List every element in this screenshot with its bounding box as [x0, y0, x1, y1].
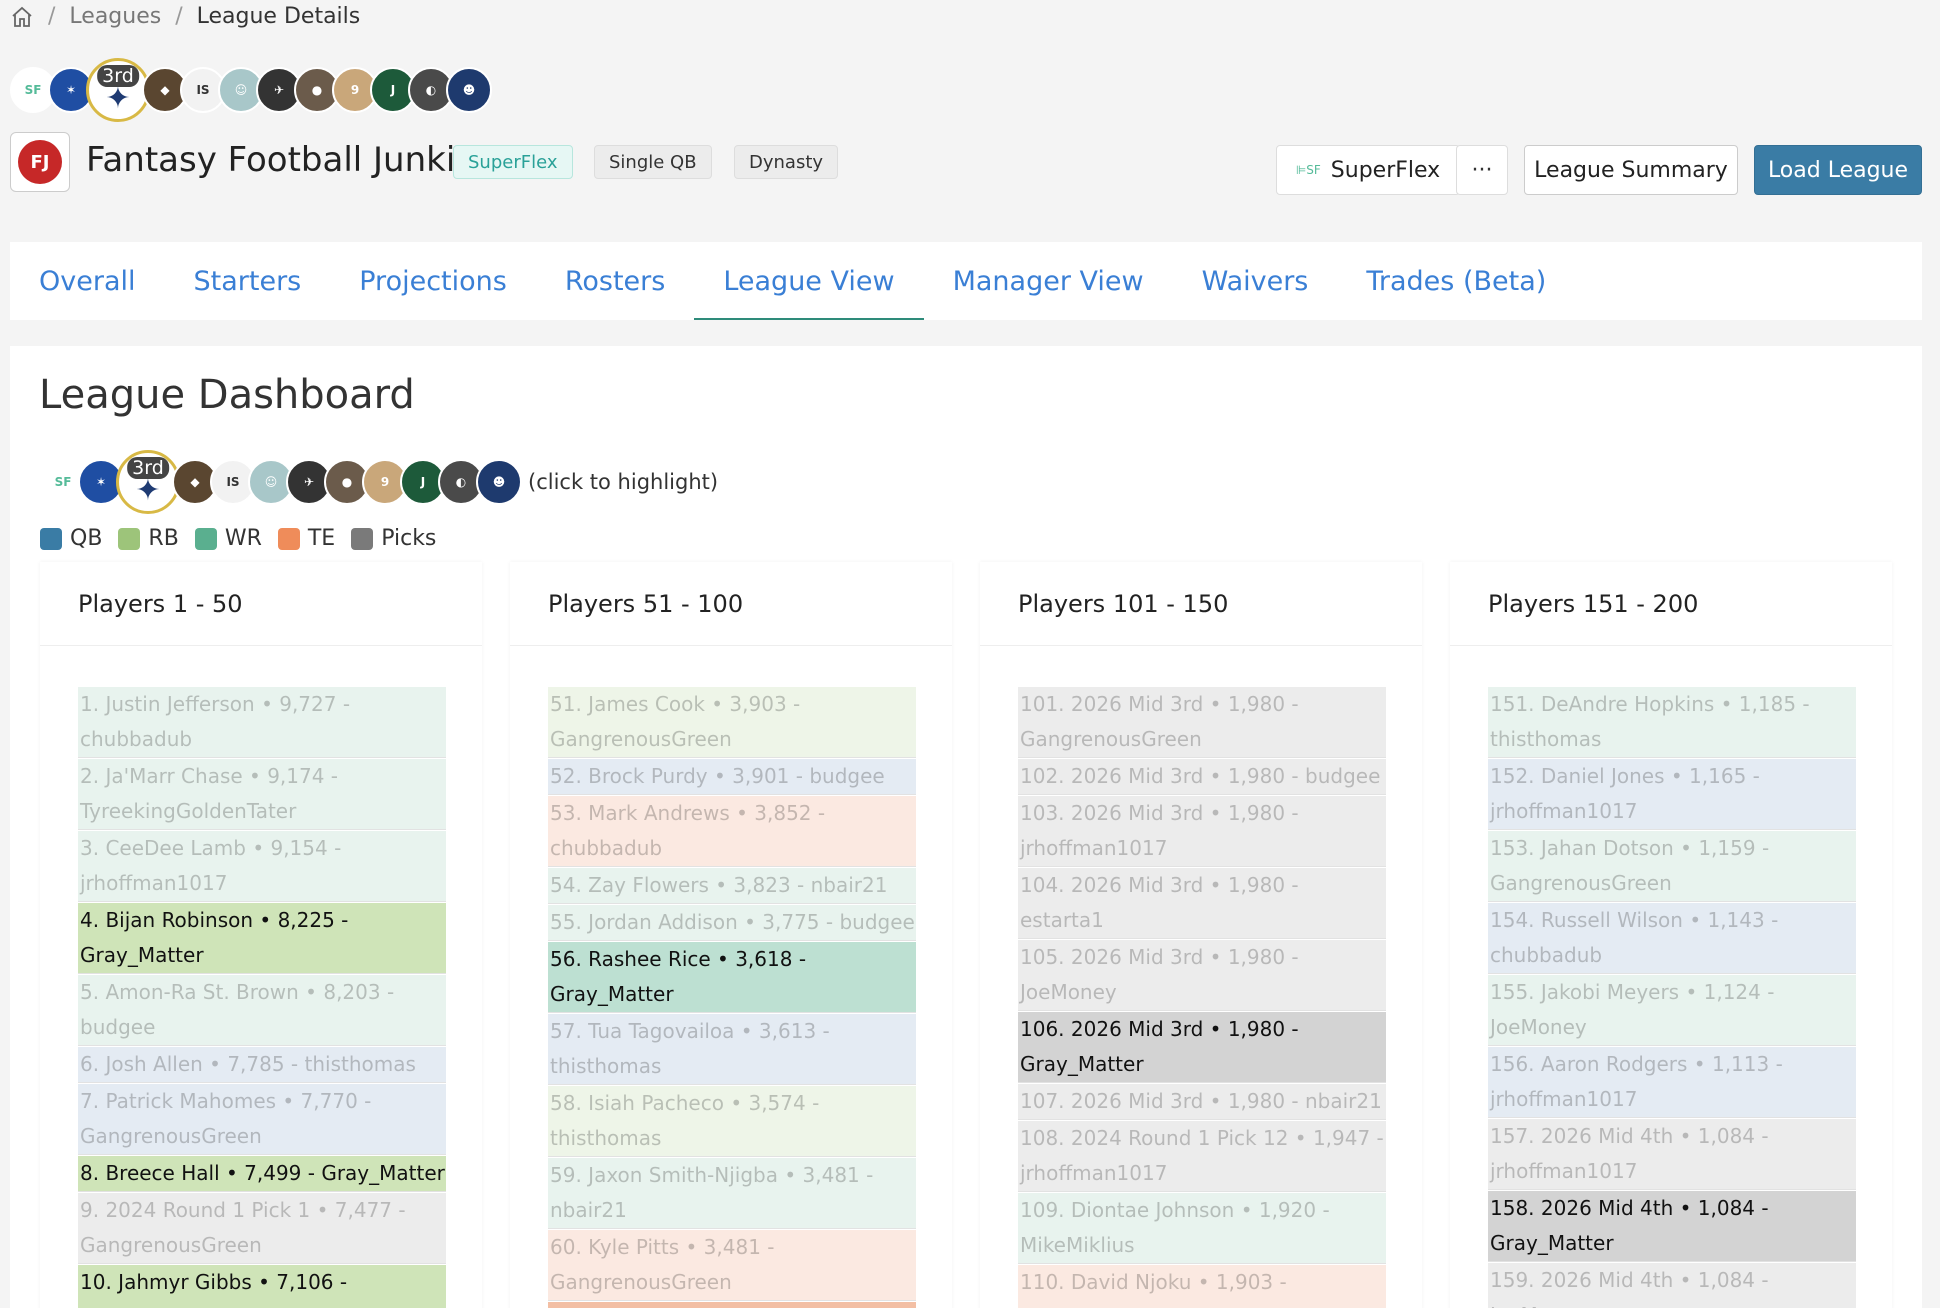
tab-waivers[interactable]: Waivers	[1173, 242, 1338, 320]
player-row[interactable]: 58. Isiah Pacheco • 3,574 - thisthomas	[548, 1085, 916, 1157]
player-row[interactable]: 102. 2026 Mid 3rd • 1,980 - budgee	[1018, 758, 1386, 795]
player-row[interactable]: 154. Russell Wilson • 1,143 - chubbadub	[1488, 902, 1856, 974]
player-row[interactable]: 53. Mark Andrews • 3,852 - chubbadub	[548, 795, 916, 867]
player-row[interactable]: 107. 2026 Mid 3rd • 1,980 - nbair21	[1018, 1083, 1386, 1120]
player-row[interactable]: 51. James Cook • 3,903 - GangrenousGreen	[548, 686, 916, 758]
player-row[interactable]: 104. 2026 Mid 3rd • 1,980 - estarta1	[1018, 867, 1386, 939]
league-logo: FJ	[10, 132, 70, 192]
player-list: 1. Justin Jefferson • 9,727 - chubbadub 2…	[78, 686, 446, 1308]
manager-avatar[interactable]: ☻	[446, 67, 492, 113]
player-list: 101. 2026 Mid 3rd • 1,980 - GangrenousGr…	[1018, 686, 1386, 1308]
player-row[interactable]: 101. 2026 Mid 3rd • 1,980 - GangrenousGr…	[1018, 686, 1386, 758]
tab-trades-beta[interactable]: Trades (Beta)	[1337, 242, 1575, 320]
legend-te: TE	[277, 526, 335, 551]
players-column-3: Players 101 - 150 101. 2026 Mid 3rd • 1,…	[980, 562, 1422, 1308]
player-row[interactable]: 151. DeAndre Hopkins • 1,185 - thisthoma…	[1488, 686, 1856, 758]
player-list: 151. DeAndre Hopkins • 1,185 - thisthoma…	[1488, 686, 1856, 1308]
players-column-4: Players 151 - 200 151. DeAndre Hopkins •…	[1450, 562, 1892, 1308]
superflex-button[interactable]: ⊫SF SuperFlex	[1276, 145, 1460, 195]
player-row[interactable]: 3. CeeDee Lamb • 9,154 - jrhoffman1017	[78, 830, 446, 902]
legend-qb: QB	[40, 526, 102, 551]
player-row[interactable]: 57. Tua Tagovailoa • 3,613 - thisthomas	[548, 1013, 916, 1085]
player-row[interactable]: 4. Bijan Robinson • 8,225 - Gray_Matter	[78, 902, 446, 974]
rank-badge: 3rd	[97, 65, 139, 87]
column-title: Players 101 - 150	[980, 562, 1422, 646]
load-league-button[interactable]: Load League	[1754, 145, 1922, 195]
player-row[interactable]: 159. 2026 Mid 4th • 1,084 - JoeMoney	[1488, 1262, 1856, 1308]
player-row[interactable]: 61. Dalton Kincaid • 3,479 - Gray_Matter	[548, 1301, 916, 1308]
tab-rosters[interactable]: Rosters	[536, 242, 695, 320]
legend-wr: WR	[194, 526, 262, 551]
more-options-button[interactable]: ···	[1456, 145, 1508, 195]
player-row[interactable]: 56. Rashee Rice • 3,618 - Gray_Matter	[548, 941, 916, 1013]
tag-dynasty: Dynasty	[734, 145, 839, 179]
home-icon[interactable]	[10, 5, 34, 29]
league-name: Fantasy Football Junkies	[86, 140, 494, 180]
player-row[interactable]: 108. 2024 Round 1 Pick 12 • 1,947 - jrho…	[1018, 1120, 1386, 1192]
superflex-button-label: SuperFlex	[1330, 157, 1441, 183]
tab-league-view[interactable]: League View	[694, 242, 924, 320]
player-row[interactable]: 10. Jahmyr Gibbs • 7,106 - Gray_Matter	[78, 1264, 446, 1308]
player-row[interactable]: 152. Daniel Jones • 1,165 - jrhoffman101…	[1488, 758, 1856, 830]
league-summary-button[interactable]: League Summary	[1524, 145, 1738, 195]
player-row[interactable]: 1. Justin Jefferson • 9,727 - chubbadub	[78, 686, 446, 758]
manager-avatar-row: SF ✶ 3rd ✦ ◆ IS ☺ ✈ ● 9 J ◐ ☻	[10, 58, 492, 122]
tab-starters[interactable]: Starters	[165, 242, 331, 320]
player-row[interactable]: 156. Aaron Rodgers • 1,113 - jrhoffman10…	[1488, 1046, 1856, 1118]
tag-superflex: SuperFlex	[453, 145, 573, 179]
player-row[interactable]: 60. Kyle Pitts • 3,481 - GangrenousGreen	[548, 1229, 916, 1301]
breadcrumb: / Leagues / League Details	[10, 4, 360, 29]
player-row[interactable]: 155. Jakobi Meyers • 1,124 - JoeMoney	[1488, 974, 1856, 1046]
highlight-hint: (click to highlight)	[528, 470, 719, 494]
player-row[interactable]: 110. David Njoku • 1,903 - MikeMiklius	[1018, 1264, 1386, 1308]
tab-bar: Overall Starters Projections Rosters Lea…	[10, 242, 1922, 320]
tab-overall[interactable]: Overall	[10, 242, 165, 320]
players-column-1: Players 1 - 50 1. Justin Jefferson • 9,7…	[40, 562, 482, 1308]
tab-projections[interactable]: Projections	[330, 242, 536, 320]
player-row[interactable]: 103. 2026 Mid 3rd • 1,980 - jrhoffman101…	[1018, 795, 1386, 867]
league-logo-text: FJ	[18, 140, 62, 184]
player-row[interactable]: 106. 2026 Mid 3rd • 1,980 - Gray_Matter	[1018, 1011, 1386, 1083]
player-row[interactable]: 52. Brock Purdy • 3,901 - budgee	[548, 758, 916, 795]
breadcrumb-current: League Details	[196, 4, 361, 29]
breadcrumb-separator: /	[175, 4, 183, 29]
league-dashboard-panel: League Dashboard SF ✶ 3rd ✦ ◆ IS ☺ ✈ ● 9…	[10, 346, 1922, 1308]
superflex-icon: ⊫SF	[1295, 163, 1321, 177]
dashboard-title: League Dashboard	[39, 372, 415, 418]
player-row[interactable]: 8. Breece Hall • 7,499 - Gray_Matter	[78, 1155, 446, 1192]
breadcrumb-leagues-link[interactable]: Leagues	[69, 4, 161, 29]
player-row[interactable]: 55. Jordan Addison • 3,775 - budgee	[548, 904, 916, 941]
tab-manager-view[interactable]: Manager View	[924, 242, 1173, 320]
player-row[interactable]: 158. 2026 Mid 4th • 1,084 - Gray_Matter	[1488, 1190, 1856, 1262]
player-row[interactable]: 105. 2026 Mid 3rd • 1,980 - JoeMoney	[1018, 939, 1386, 1011]
player-list: 51. James Cook • 3,903 - GangrenousGreen…	[548, 686, 916, 1308]
player-row[interactable]: 2. Ja'Marr Chase • 9,174 - TyreekingGold…	[78, 758, 446, 830]
player-row[interactable]: 59. Jaxon Smith-Njigba • 3,481 - nbair21	[548, 1157, 916, 1229]
manager-avatar-highlighted[interactable]: 3rd ✦	[86, 58, 150, 122]
legend-rb: RB	[118, 526, 179, 551]
breadcrumb-separator: /	[48, 4, 56, 29]
column-title: Players 51 - 100	[510, 562, 952, 646]
player-row[interactable]: 7. Patrick Mahomes • 7,770 - GangrenousG…	[78, 1083, 446, 1155]
column-title: Players 151 - 200	[1450, 562, 1892, 646]
manager-avatar[interactable]: ☻	[476, 459, 522, 505]
player-row[interactable]: 5. Amon-Ra St. Brown • 8,203 - budgee	[78, 974, 446, 1046]
player-row[interactable]: 6. Josh Allen • 7,785 - thisthomas	[78, 1046, 446, 1083]
player-row[interactable]: 54. Zay Flowers • 3,823 - nbair21	[548, 867, 916, 904]
legend-picks: Picks	[351, 526, 436, 551]
position-legend: QB RB WR TE Picks	[40, 526, 452, 551]
players-column-2: Players 51 - 100 51. James Cook • 3,903 …	[510, 562, 952, 1308]
rank-badge: 3rd	[127, 457, 169, 479]
highlight-avatar-row: SF ✶ 3rd ✦ ◆ IS ☺ ✈ ● 9 J ◐ ☻ (click to …	[40, 450, 718, 514]
player-row[interactable]: 157. 2026 Mid 4th • 1,084 - jrhoffman101…	[1488, 1118, 1856, 1190]
manager-avatar-highlighted[interactable]: 3rd ✦	[116, 450, 180, 514]
tag-single-qb: Single QB	[594, 145, 712, 179]
player-row[interactable]: 109. Diontae Johnson • 1,920 - MikeMikli…	[1018, 1192, 1386, 1264]
column-title: Players 1 - 50	[40, 562, 482, 646]
player-row[interactable]: 9. 2024 Round 1 Pick 1 • 7,477 - Gangren…	[78, 1192, 446, 1264]
player-row[interactable]: 153. Jahan Dotson • 1,159 - GangrenousGr…	[1488, 830, 1856, 902]
